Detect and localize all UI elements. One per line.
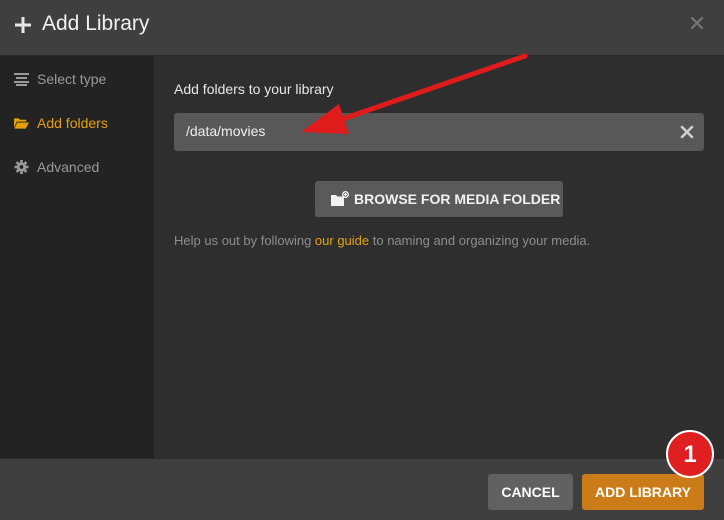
list-icon (14, 73, 29, 86)
sidebar-item-advanced[interactable]: Advanced (0, 152, 154, 182)
dialog-footer: CANCEL ADD LIBRARY (0, 458, 724, 520)
help-text-before: Help us out by following (174, 233, 315, 248)
browse-media-folder-button[interactable]: BROWSE FOR MEDIA FOLDER (315, 181, 563, 217)
folder-open-icon (14, 118, 29, 129)
sidebar-item-select-type[interactable]: Select type (0, 64, 154, 94)
red-arrow (301, 53, 528, 134)
folder-path-value[interactable]: /data/movies (186, 123, 265, 139)
cancel-button-label: CANCEL (501, 484, 560, 500)
cancel-button[interactable]: CANCEL (488, 474, 573, 510)
step-number: 1 (683, 441, 697, 468)
browse-button-label: BROWSE FOR MEDIA FOLDER (354, 191, 561, 207)
add-library-button-label: ADD LIBRARY (595, 484, 691, 500)
gear-icon (14, 160, 29, 174)
clear-icon[interactable] (680, 125, 694, 139)
close-icon[interactable] (690, 16, 704, 30)
sidebar-item-label: Advanced (37, 159, 100, 175)
sidebar: Select type Add folders Advanced (0, 56, 154, 458)
sidebar-item-add-folders[interactable]: Add folders (0, 108, 154, 138)
sidebar-item-label: Add folders (37, 115, 108, 131)
add-folder-icon (331, 191, 349, 206)
help-text-after: to naming and organizing your media. (369, 233, 591, 248)
plus-icon (15, 17, 31, 33)
step-number-badge: 1 (666, 430, 714, 478)
help-text: Help us out by following our guide to na… (174, 233, 590, 248)
dialog-title: Add Library (42, 12, 150, 35)
sidebar-item-label: Select type (37, 71, 107, 87)
add-library-button[interactable]: ADD LIBRARY (582, 474, 704, 510)
guide-link[interactable]: our guide (315, 233, 369, 248)
